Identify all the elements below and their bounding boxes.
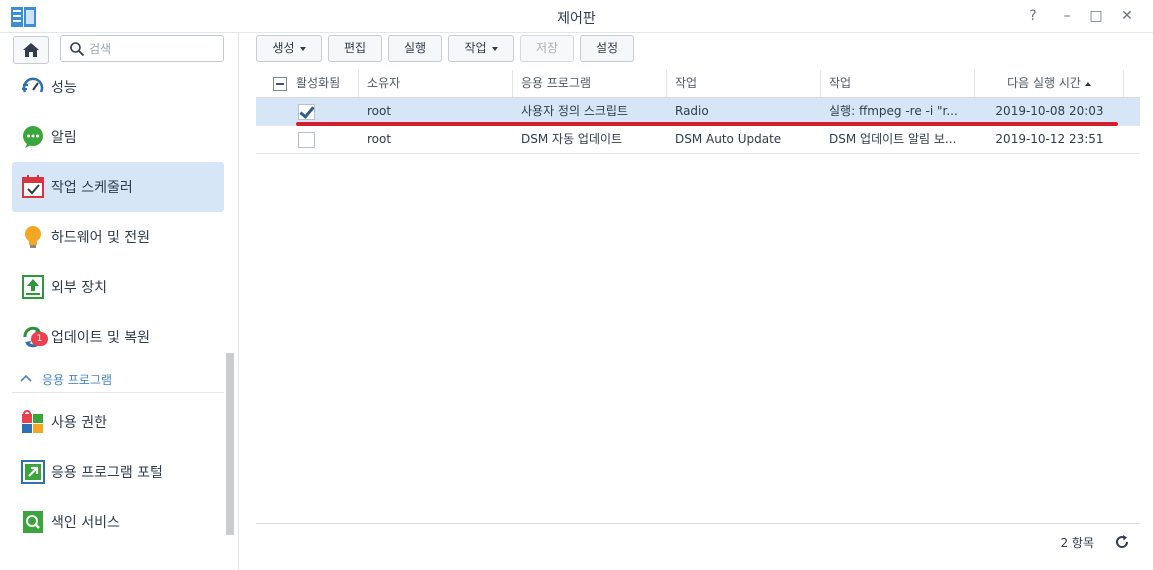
privileges-lock-icon — [22, 410, 43, 433]
chevron-up-icon — [20, 374, 32, 382]
sidebar-item-external-devices[interactable]: 외부 장치 — [12, 262, 224, 312]
cell-owner: root — [367, 132, 392, 146]
home-button[interactable] — [13, 36, 49, 64]
sidebar-item-task-scheduler[interactable]: 작업 스케줄러 — [12, 162, 224, 212]
sidebar-item-label: 색인 서비스 — [51, 515, 120, 531]
save-button[interactable]: 저장 — [520, 35, 574, 62]
help-icon[interactable]: ? — [1025, 8, 1041, 24]
sidebar-scrollbar-thumb[interactable] — [226, 353, 234, 535]
window-title: 제어판 — [557, 11, 596, 27]
highlight-underline — [296, 122, 1118, 126]
sidebar-item-label: 알림 — [51, 130, 77, 146]
title-bar: 제어판 ? – □ ✕ — [0, 0, 1153, 33]
section-header-applications[interactable]: 응용 프로그램 — [12, 367, 224, 393]
sidebar-item-label: 업데이트 및 복원 — [51, 330, 151, 346]
sort-ascending-icon — [1084, 81, 1091, 86]
action-button[interactable]: 작업 — [448, 35, 514, 62]
create-button-label: 생성 — [272, 41, 295, 55]
sidebar-item-label: 성능 — [51, 80, 77, 96]
cell-next-run: 2019-10-12 23:51 — [995, 132, 1104, 146]
section-label: 응용 프로그램 — [42, 373, 113, 387]
grid-header: 활성화됨 소유자 응용 프로그램 작업 작업 다음 실행 시간 — [256, 70, 1140, 98]
column-enabled-label: 활성화됨 — [296, 76, 341, 90]
calendar-check-icon — [22, 175, 44, 198]
cell-application: 사용자 정의 스크립트 — [521, 104, 628, 118]
main-panel: 생성 편집 실행 작업 저장 설정 활성화됨 소유자 응용 프로그램 작업 작업… — [240, 33, 1153, 570]
sidebar-item-hardware-power[interactable]: 하드웨어 및 전원 — [12, 212, 224, 262]
refresh-icon[interactable] — [1114, 534, 1130, 550]
search-icon — [70, 42, 85, 57]
column-enabled[interactable]: 활성화됨 — [256, 70, 359, 97]
cell-action: 실행: ffmpeg -re -i "r... — [829, 104, 958, 118]
sidebar-item-label: 하드웨어 및 전원 — [51, 230, 151, 246]
column-application[interactable]: 응용 프로그램 — [513, 70, 667, 97]
cell-owner: root — [367, 104, 392, 118]
maximize-icon[interactable]: □ — [1088, 8, 1104, 24]
table-row[interactable]: root DSM 자동 업데이트 DSM Auto Update DSM 업데이… — [256, 126, 1140, 154]
create-button[interactable]: 생성 — [256, 35, 322, 62]
caret-down-icon — [491, 46, 498, 51]
notification-bubble-icon — [23, 126, 43, 148]
column-next-run-label: 다음 실행 시간 — [1007, 76, 1081, 90]
sidebar-item-privileges[interactable]: 사용 권한 — [12, 397, 224, 447]
sidebar-item-label: 작업 스케줄러 — [51, 180, 133, 196]
caret-down-icon — [299, 46, 306, 51]
settings-button[interactable]: 설정 — [580, 35, 634, 62]
select-all-checkbox[interactable] — [273, 77, 287, 91]
column-owner[interactable]: 소유자 — [359, 70, 513, 97]
column-next-run[interactable]: 다음 실행 시간 — [975, 70, 1124, 97]
minimize-icon[interactable]: – — [1059, 8, 1075, 24]
cell-task: DSM Auto Update — [675, 132, 782, 146]
column-task[interactable]: 작업 — [667, 70, 821, 97]
update-count-badge: 1 — [31, 332, 48, 346]
lightbulb-icon — [25, 226, 41, 248]
external-device-upload-icon — [22, 275, 44, 299]
run-button[interactable]: 실행 — [388, 35, 442, 62]
item-count: 2 항목 — [1060, 536, 1094, 550]
cell-next-run: 2019-10-08 20:03 — [995, 104, 1104, 118]
search-box[interactable] — [60, 35, 224, 62]
sidebar-item-notification[interactable]: 알림 — [12, 112, 224, 162]
row-enabled-checkbox[interactable] — [298, 132, 315, 148]
app-portal-arrow-icon — [21, 460, 45, 484]
home-icon — [23, 43, 39, 57]
close-icon[interactable]: ✕ — [1119, 8, 1135, 24]
grid-footer: 2 항목 — [256, 523, 1140, 556]
sidebar-scrollbar[interactable] — [226, 353, 234, 535]
performance-gauge-icon — [22, 77, 44, 93]
action-button-label: 작업 — [464, 41, 487, 55]
sidebar-item-update-restore[interactable]: 1 업데이트 및 복원 — [12, 312, 224, 362]
sidebar-item-label: 응용 프로그램 포털 — [51, 465, 163, 481]
sidebar: 성능 알림 작업 스케줄러 하드웨어 및 전원 — [0, 33, 239, 570]
search-input[interactable] — [89, 39, 219, 58]
sidebar-item-performance[interactable]: 성능 — [12, 62, 224, 112]
row-enabled-checkbox[interactable] — [298, 104, 315, 120]
sidebar-item-label: 외부 장치 — [51, 280, 107, 296]
sidebar-item-indexing-service[interactable]: 색인 서비스 — [12, 497, 224, 547]
cell-task: Radio — [675, 104, 709, 118]
column-action[interactable]: 작업 — [821, 70, 975, 97]
edit-button[interactable]: 편집 — [328, 35, 382, 62]
cell-action: DSM 업데이트 알림 보... — [829, 132, 957, 146]
cell-application: DSM 자동 업데이트 — [521, 132, 623, 146]
indexing-search-icon — [23, 511, 43, 533]
sidebar-item-application-portal[interactable]: 응용 프로그램 포털 — [12, 447, 224, 497]
sidebar-item-label: 사용 권한 — [51, 415, 107, 431]
